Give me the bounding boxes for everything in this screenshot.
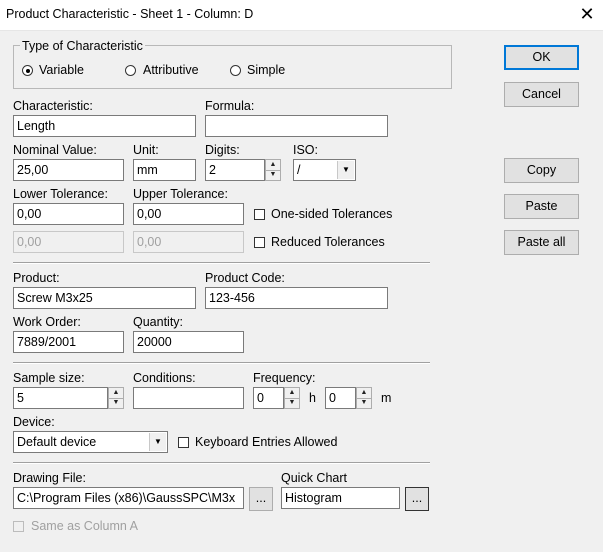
conditions-label: Conditions: xyxy=(133,371,196,385)
iso-label: ISO: xyxy=(293,143,319,157)
formula-label: Formula: xyxy=(205,99,255,113)
spin-down-icon[interactable]: ▼ xyxy=(109,398,123,408)
lower-tolerance-reduced-input: 0,00 xyxy=(13,231,124,253)
browse-drawing-button[interactable]: ... xyxy=(249,487,273,511)
lower-tolerance-input[interactable]: 0,00 xyxy=(13,203,124,225)
close-icon[interactable]: ✕ xyxy=(575,3,599,25)
same-as-column-label: Same as Column A xyxy=(31,519,138,533)
drawing-file-input[interactable]: C:\Program Files (x86)\GaussSPC\M3x xyxy=(13,487,244,509)
conditions-input[interactable] xyxy=(133,387,244,409)
spin-down-icon[interactable]: ▼ xyxy=(357,398,371,408)
spin-down-icon[interactable]: ▼ xyxy=(285,398,299,408)
sample-size-input[interactable]: 5 xyxy=(13,387,108,409)
device-select[interactable]: Default device ▼ xyxy=(13,431,168,453)
type-group-label: Type of Characteristic xyxy=(20,39,145,53)
frequency-label: Frequency: xyxy=(253,371,316,385)
work-order-input[interactable]: 7889/2001 xyxy=(13,331,124,353)
radio-variable-label[interactable]: Variable xyxy=(39,63,84,77)
product-code-label: Product Code: xyxy=(205,271,285,285)
browse-quick-chart-button[interactable]: ... xyxy=(405,487,429,511)
upper-tolerance-label: Upper Tolerance: xyxy=(133,187,228,201)
product-code-input[interactable]: 123-456 xyxy=(205,287,388,309)
radio-attributive[interactable] xyxy=(125,65,136,76)
iso-select[interactable]: / ▼ xyxy=(293,159,356,181)
frequency-hours-input[interactable]: 0 xyxy=(253,387,284,409)
keyboard-entries-label[interactable]: Keyboard Entries Allowed xyxy=(195,435,337,449)
ok-button[interactable]: OK xyxy=(504,45,579,70)
radio-selected-dot xyxy=(25,68,30,73)
cancel-button[interactable]: Cancel xyxy=(504,82,579,107)
hours-unit-label: h xyxy=(309,391,316,405)
lower-tolerance-label: Lower Tolerance: xyxy=(13,187,108,201)
spin-down-icon[interactable]: ▼ xyxy=(266,170,280,180)
quick-chart-label: Quick Chart xyxy=(281,471,347,485)
one-sided-label[interactable]: One-sided Tolerances xyxy=(271,207,392,221)
radio-simple[interactable] xyxy=(230,65,241,76)
paste-button[interactable]: Paste xyxy=(504,194,579,219)
digits-spinner[interactable]: ▲ ▼ xyxy=(265,159,281,181)
unit-label: Unit: xyxy=(133,143,159,157)
divider xyxy=(13,262,430,264)
drawing-file-label: Drawing File: xyxy=(13,471,86,485)
sample-size-spinner[interactable]: ▲ ▼ xyxy=(108,387,124,409)
nominal-value-input[interactable]: 25,00 xyxy=(13,159,124,181)
one-sided-checkbox[interactable] xyxy=(254,209,265,220)
upper-tolerance-input[interactable]: 0,00 xyxy=(133,203,244,225)
radio-variable[interactable] xyxy=(22,65,33,76)
divider xyxy=(13,362,430,364)
same-as-column-checkbox xyxy=(13,521,24,532)
chevron-down-icon[interactable]: ▼ xyxy=(149,433,166,451)
unit-input[interactable]: mm xyxy=(133,159,196,181)
keyboard-entries-checkbox[interactable] xyxy=(178,437,189,448)
radio-simple-label[interactable]: Simple xyxy=(247,63,285,77)
title-bar: Product Characteristic - Sheet 1 - Colum… xyxy=(0,0,603,31)
work-order-label: Work Order: xyxy=(13,315,81,329)
nominal-value-label: Nominal Value: xyxy=(13,143,97,157)
quantity-input[interactable]: 20000 xyxy=(133,331,244,353)
sample-size-label: Sample size: xyxy=(13,371,85,385)
quick-chart-input[interactable]: Histogram xyxy=(281,487,400,509)
upper-tolerance-reduced-input: 0,00 xyxy=(133,231,244,253)
window-title: Product Characteristic - Sheet 1 - Colum… xyxy=(6,7,254,21)
iso-selected-value: / xyxy=(297,163,301,177)
characteristic-input[interactable]: Length xyxy=(13,115,196,137)
formula-input[interactable] xyxy=(205,115,388,137)
characteristic-label: Characteristic: xyxy=(13,99,93,113)
digits-label: Digits: xyxy=(205,143,240,157)
frequency-minutes-spinner[interactable]: ▲ ▼ xyxy=(356,387,372,409)
product-label: Product: xyxy=(13,271,60,285)
copy-button[interactable]: Copy xyxy=(504,158,579,183)
minutes-unit-label: m xyxy=(381,391,392,405)
reduced-tolerances-label[interactable]: Reduced Tolerances xyxy=(271,235,385,249)
product-input[interactable]: Screw M3x25 xyxy=(13,287,196,309)
frequency-minutes-input[interactable]: 0 xyxy=(325,387,356,409)
paste-all-button[interactable]: Paste all xyxy=(504,230,579,255)
chevron-down-icon[interactable]: ▼ xyxy=(337,161,354,179)
device-label: Device: xyxy=(13,415,55,429)
divider xyxy=(13,462,430,464)
digits-input[interactable]: 2 xyxy=(205,159,265,181)
radio-attributive-label[interactable]: Attributive xyxy=(143,63,199,77)
quantity-label: Quantity: xyxy=(133,315,184,329)
device-selected-value: Default device xyxy=(17,435,97,449)
frequency-hours-spinner[interactable]: ▲ ▼ xyxy=(284,387,300,409)
reduced-tolerances-checkbox[interactable] xyxy=(254,237,265,248)
